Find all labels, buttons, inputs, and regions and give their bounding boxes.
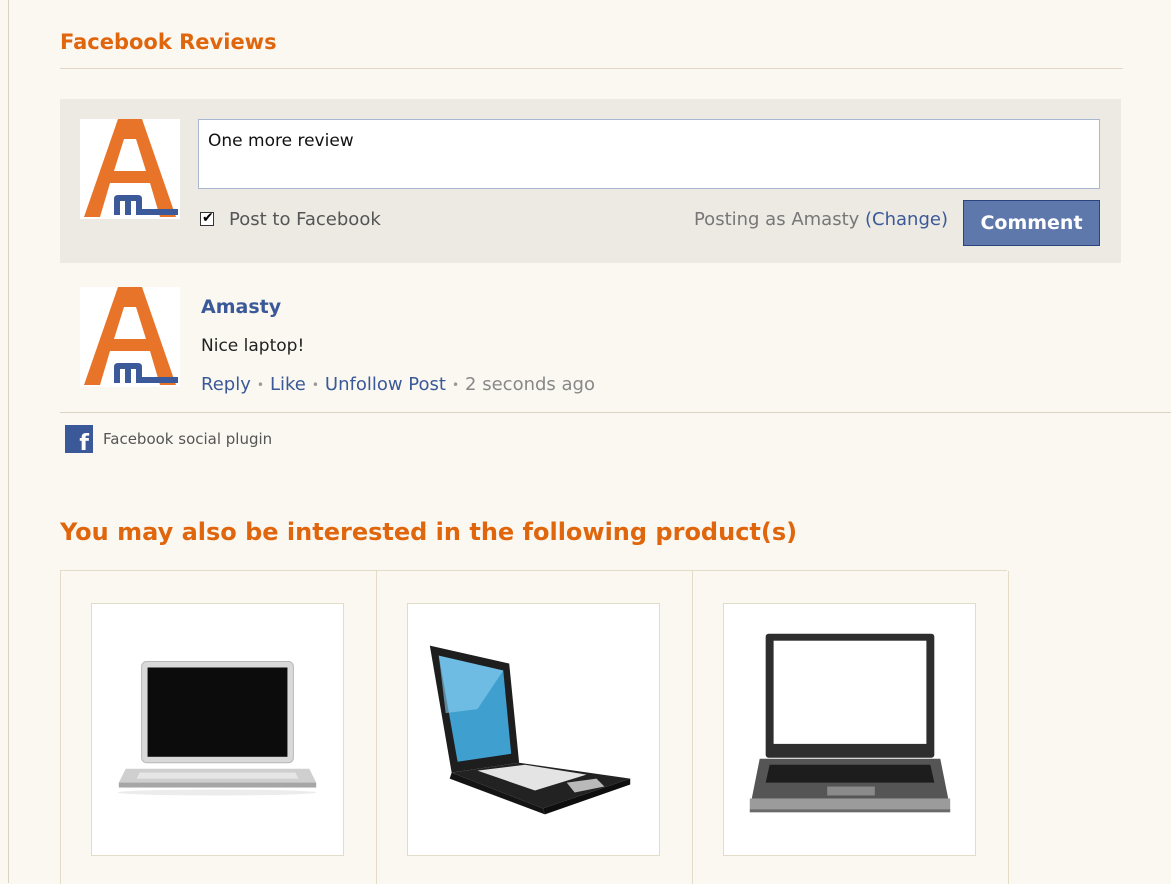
comment-post: Amasty Nice laptop! Reply • Like • Unfollow …: [80, 287, 1140, 397]
facebook-social-plugin-label[interactable]: Facebook social plugin: [103, 430, 272, 448]
comment-button[interactable]: Comment: [963, 200, 1100, 246]
checkmark-icon: ✔: [202, 210, 214, 226]
product-image-silver-laptop[interactable]: [91, 603, 344, 856]
product-image-gray-laptop[interactable]: [723, 603, 976, 856]
product-cell: [377, 571, 693, 884]
amasty-logo-icon: [84, 119, 178, 217]
reply-link[interactable]: Reply: [201, 374, 251, 395]
facebook-icon[interactable]: f: [65, 425, 93, 455]
laptop-image: [749, 633, 951, 813]
title-divider: [60, 68, 1123, 69]
product-cell: [693, 571, 1009, 884]
related-products-grid: [60, 570, 1009, 884]
like-link[interactable]: Like: [270, 374, 306, 395]
posting-as-label: Posting as Amasty: [693, 209, 860, 230]
comment-message: Nice laptop!: [201, 336, 305, 356]
separator-dot: •: [451, 378, 460, 392]
page-left-border: [8, 0, 9, 883]
comment-timestamp: 2 seconds ago: [465, 374, 595, 395]
laptop-image: [429, 645, 631, 815]
unfollow-post-link[interactable]: Unfollow Post: [325, 374, 446, 395]
avatar: [80, 119, 180, 219]
change-account-link[interactable]: (Change): [865, 209, 948, 230]
comment-author-link[interactable]: Amasty: [201, 296, 281, 318]
product-image-black-laptop[interactable]: [407, 603, 660, 856]
comment-actions: Reply • Like • Unfollow Post • 2 seconds ago: [201, 374, 595, 395]
avatar[interactable]: [80, 287, 180, 387]
product-cell: [61, 571, 377, 884]
related-products-title: You may also be interested in the follow…: [60, 518, 798, 546]
post-to-facebook-label: Post to Facebook: [229, 209, 381, 230]
facebook-reviews-title: Facebook Reviews: [60, 30, 277, 54]
separator-dot: •: [256, 378, 264, 392]
comment-input[interactable]: One more review: [198, 119, 1100, 189]
amasty-logo-icon: [84, 287, 178, 385]
plugin-divider: [60, 412, 1171, 413]
separator-dot: •: [311, 378, 319, 392]
comment-composer: One more review ✔ Post to Facebook Posti…: [60, 99, 1121, 263]
post-to-facebook-checkbox[interactable]: ✔: [200, 210, 214, 226]
posting-as-text: Posting as Amasty (Change): [694, 209, 948, 230]
laptop-image: [117, 661, 317, 796]
